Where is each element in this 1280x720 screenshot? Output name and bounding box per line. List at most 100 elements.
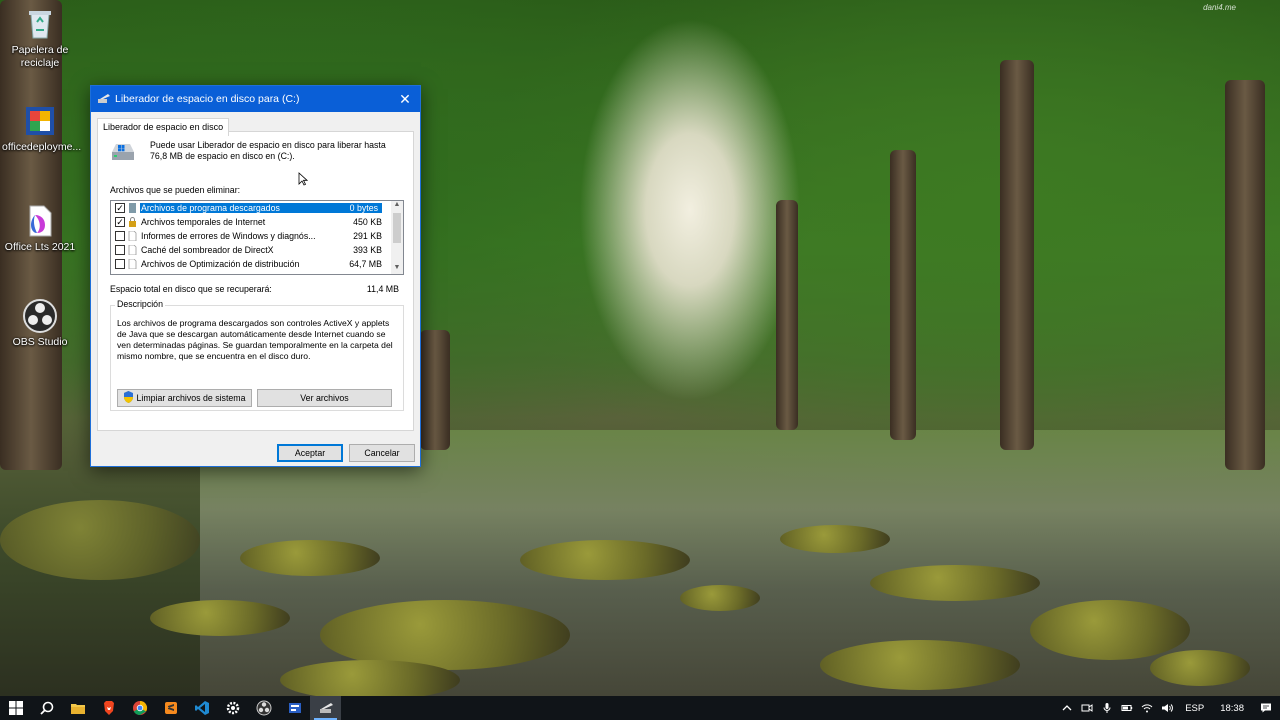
taskbar-brave[interactable] <box>93 696 124 720</box>
taskbar-settings[interactable] <box>217 696 248 720</box>
view-files-button[interactable]: Ver archivos <box>257 389 392 407</box>
file-size: 64,7 MB <box>349 259 382 269</box>
desktop-icon-office-lts[interactable]: Office Lts 2021 <box>2 203 78 254</box>
speaker-icon <box>1162 704 1174 712</box>
checkbox-unchecked[interactable] <box>115 231 125 241</box>
show-hidden-icons[interactable] <box>1057 696 1077 720</box>
list-item[interactable]: Informes de errores de Windows y diagnós… <box>111 229 403 243</box>
obs-studio-icon <box>22 298 58 334</box>
files-list[interactable]: ✓ Archivos de programa descargados 0 byt… <box>110 200 404 275</box>
list-item[interactable]: Caché del sombreador de DirectX 393 KB <box>111 243 403 257</box>
wallpaper-tree-trunk <box>1000 60 1034 450</box>
uac-shield-icon <box>124 391 134 403</box>
input-language[interactable]: ESP <box>1177 703 1212 714</box>
hard-drive-icon <box>112 144 134 160</box>
notifications-icon <box>1261 703 1271 713</box>
desktop-icon-officedeployment[interactable]: officedeployme... <box>2 103 81 154</box>
wallpaper-rock <box>820 640 1020 690</box>
disk-cleanup-icon <box>319 703 333 713</box>
tray-microphone[interactable] <box>1097 696 1117 720</box>
desktop-icon-recycle-bin[interactable]: Papelera de reciclaje <box>2 6 78 70</box>
start-icon <box>8 701 23 715</box>
tray-network[interactable] <box>1137 696 1157 720</box>
scroll-down-icon[interactable]: ▼ <box>391 264 403 274</box>
document-icon <box>128 245 137 255</box>
office-file-icon <box>22 203 58 239</box>
dialog-title: Liberador de espacio en disco para (C:) <box>115 93 300 105</box>
file-size: 291 KB <box>353 231 382 241</box>
scroll-up-icon[interactable]: ▲ <box>391 201 403 211</box>
brave-icon <box>103 701 114 715</box>
checkbox-checked[interactable]: ✓ <box>115 217 125 227</box>
action-center[interactable] <box>1252 696 1280 720</box>
tray-battery[interactable] <box>1117 696 1137 720</box>
file-size: 450 KB <box>353 217 382 227</box>
close-icon[interactable]: ✕ <box>390 86 420 112</box>
description-legend: Descripción <box>115 299 165 309</box>
wallpaper-rock <box>280 660 460 696</box>
vscode-icon <box>194 701 209 715</box>
list-item[interactable]: Archivos de Optimización de distribución… <box>111 257 403 271</box>
wallpaper-tree-trunk <box>890 150 916 440</box>
description-group: Descripción Los archivos de programa des… <box>110 299 404 411</box>
list-item[interactable]: ✓ Archivos de programa descargados 0 byt… <box>111 201 403 215</box>
system-tray: ESP 18:38 <box>1057 696 1280 720</box>
total-label: Espacio total en disco que se recuperará… <box>110 284 272 294</box>
taskbar-disk-cleanup[interactable] <box>310 696 341 720</box>
wallpaper-rock <box>150 600 290 636</box>
wallpaper-rock <box>870 565 1040 601</box>
taskbar-office-deploy[interactable] <box>279 696 310 720</box>
taskbar-clock[interactable]: 18:38 <box>1212 703 1252 714</box>
file-size: 393 KB <box>353 245 382 255</box>
start-button[interactable] <box>0 696 31 720</box>
taskbar: ESP 18:38 <box>0 696 1280 720</box>
taskbar-sublime[interactable] <box>155 696 186 720</box>
ok-button[interactable]: Aceptar <box>277 444 343 462</box>
tray-meet-now[interactable] <box>1077 696 1097 720</box>
description-text: Los archivos de programa descargados son… <box>117 318 393 361</box>
taskbar-chrome[interactable] <box>124 696 155 720</box>
desktop-icon-obs-studio[interactable]: OBS Studio <box>2 298 78 349</box>
wallpaper-rock <box>1150 650 1250 686</box>
tab-disk-cleanup[interactable]: Liberador de espacio en disco <box>97 118 230 136</box>
wallpaper-rock <box>520 540 690 580</box>
taskbar-vscode[interactable] <box>186 696 217 720</box>
watermark: dani4.me <box>1203 3 1236 12</box>
file-name: Archivos de Optimización de distribución <box>141 259 300 269</box>
file-name: Informes de errores de Windows y diagnós… <box>141 231 316 241</box>
wallpaper-tree-trunk <box>776 200 798 430</box>
cancel-button[interactable]: Cancelar <box>349 444 415 462</box>
file-explorer-icon <box>70 704 85 714</box>
disk-cleanup-dialog: Liberador de espacio en disco para (C:) … <box>90 85 421 467</box>
tray-volume[interactable] <box>1157 696 1177 720</box>
checkbox-checked[interactable]: ✓ <box>115 203 125 213</box>
wallpaper-rock <box>680 585 760 611</box>
scroll-thumb[interactable] <box>393 213 401 243</box>
battery-icon <box>1121 705 1133 711</box>
search-icon <box>39 701 53 715</box>
checkbox-unchecked[interactable] <box>115 245 125 255</box>
desktop-icon-label: OBS Studio <box>12 336 68 348</box>
checkbox-unchecked[interactable] <box>115 259 125 269</box>
intro-section: Puede usar Liberador de espacio en disco… <box>110 140 400 162</box>
dialog-titlebar[interactable]: Liberador de espacio en disco para (C:) … <box>91 86 420 112</box>
taskbar-obs[interactable] <box>248 696 279 720</box>
tab-panel: Puede usar Liberador de espacio en disco… <box>97 131 414 431</box>
wallpaper-rock <box>780 525 890 553</box>
mouse-cursor-icon <box>298 172 308 186</box>
list-scrollbar[interactable]: ▲ ▼ <box>391 201 403 274</box>
office-deployment-icon <box>22 103 58 139</box>
search-button[interactable] <box>31 696 62 720</box>
list-item[interactable]: ✓ Archivos temporales de Internet 450 KB <box>111 215 403 229</box>
clean-system-files-button[interactable]: Limpiar archivos de sistema <box>117 389 252 407</box>
intro-text: Puede usar Liberador de espacio en disco… <box>150 140 386 161</box>
document-icon <box>128 259 137 269</box>
wifi-icon <box>1141 704 1153 713</box>
wallpaper-tree-trunk <box>1225 80 1265 470</box>
taskbar-file-explorer[interactable] <box>62 696 93 720</box>
wallpaper-rock <box>240 540 380 576</box>
recycle-bin-icon <box>22 6 58 42</box>
disk-cleanup-app-icon <box>98 94 110 103</box>
camera-icon <box>1081 704 1093 712</box>
file-size: 0 bytes <box>318 203 382 213</box>
